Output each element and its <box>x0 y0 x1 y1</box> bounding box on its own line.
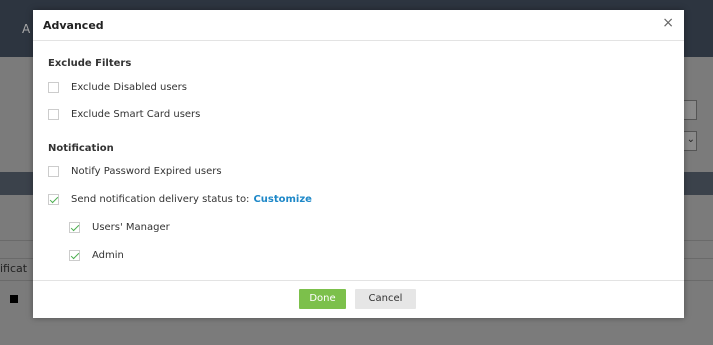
exclude-disabled-label: Exclude Disabled users <box>71 82 187 93</box>
users-manager-checkbox[interactable] <box>69 222 80 233</box>
background-title-fragment: A <box>22 22 31 36</box>
advanced-dialog: Advanced × Exclude Filters Exclude Disab… <box>33 10 684 318</box>
exclude-smartcard-checkbox[interactable] <box>48 109 59 120</box>
notify-expired-option[interactable]: Notify Password Expired users <box>48 166 222 177</box>
dialog-footer: Done Cancel <box>33 280 684 318</box>
admin-label: Admin <box>92 250 124 261</box>
exclude-smartcard-option[interactable]: Exclude Smart Card users <box>48 109 200 120</box>
send-status-text: Send notification delivery status to: <box>71 194 250 205</box>
cancel-button[interactable]: Cancel <box>355 289 416 309</box>
send-status-label: Send notification delivery status to: Cus… <box>71 194 312 205</box>
customize-link[interactable]: Customize <box>253 194 312 205</box>
close-icon[interactable]: × <box>662 16 674 30</box>
send-status-option[interactable]: Send notification delivery status to: Cus… <box>48 194 312 205</box>
recipient-admin-option[interactable]: Admin <box>69 250 124 261</box>
notify-expired-checkbox[interactable] <box>48 166 59 177</box>
users-manager-label: Users' Manager <box>92 222 170 233</box>
send-status-checkbox[interactable] <box>48 194 59 205</box>
dialog-header: Advanced × <box>33 10 684 41</box>
notify-expired-label: Notify Password Expired users <box>71 166 222 177</box>
admin-checkbox[interactable] <box>69 250 80 261</box>
exclude-disabled-checkbox[interactable] <box>48 82 59 93</box>
background-column-fragment: ificat <box>0 262 28 275</box>
dialog-title: Advanced <box>43 19 104 32</box>
recipient-users-manager-option[interactable]: Users' Manager <box>69 222 170 233</box>
exclude-filters-title: Exclude Filters <box>48 58 132 69</box>
background-chevron-down-icon: ⌄ <box>686 134 695 145</box>
done-button[interactable]: Done <box>299 289 346 309</box>
exclude-disabled-option[interactable]: Exclude Disabled users <box>48 82 187 93</box>
background-checkbox <box>10 295 18 303</box>
exclude-smartcard-label: Exclude Smart Card users <box>71 109 201 120</box>
notification-title: Notification <box>48 143 114 154</box>
